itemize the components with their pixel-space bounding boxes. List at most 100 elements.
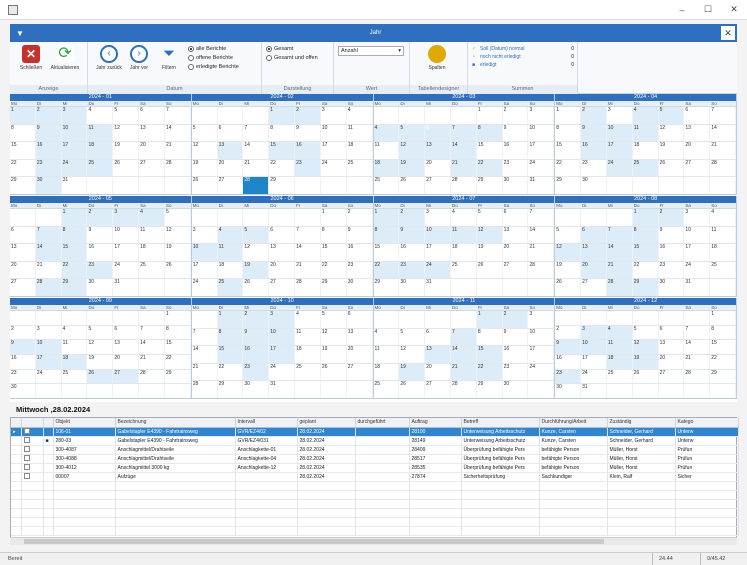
day-cell[interactable]: 1 — [10, 107, 36, 124]
day-cell[interactable]: 11 — [295, 328, 321, 346]
day-cell[interactable]: 27 — [113, 369, 140, 384]
day-cell[interactable]: 18 — [295, 346, 321, 363]
day-cell[interactable]: 28 — [451, 381, 477, 398]
day-cell[interactable]: 17 — [581, 354, 607, 369]
day-cell[interactable]: 21 — [606, 261, 633, 279]
day-cell[interactable]: 21 — [192, 363, 218, 381]
day-cell[interactable]: 5 — [399, 328, 426, 346]
day-cell[interactable]: 5 — [399, 124, 426, 142]
day-cell[interactable]: 23 — [503, 363, 529, 381]
day-cell[interactable]: 10 — [606, 124, 633, 142]
day-cell[interactable]: 29 — [218, 381, 244, 398]
day-cell[interactable]: 6 — [218, 124, 244, 142]
day-cell[interactable]: 16 — [399, 244, 426, 261]
day-cell[interactable]: 28 — [243, 177, 270, 194]
day-cell[interactable]: 14 — [528, 226, 555, 244]
day-cell[interactable]: 22 — [61, 261, 88, 279]
day-cell[interactable]: 20 — [425, 363, 451, 381]
day-cell[interactable]: 18 — [451, 244, 477, 261]
day-cell[interactable]: 12 — [632, 340, 659, 354]
row-checkbox[interactable] — [23, 473, 30, 480]
day-cell[interactable]: 21 — [710, 142, 737, 159]
row-checkbox-cell[interactable] — [21, 463, 44, 473]
day-cell[interactable]: 20 — [10, 261, 36, 279]
day-cell[interactable]: 25 — [217, 279, 244, 296]
day-cell[interactable]: 23 — [659, 261, 685, 279]
day-cell[interactable]: 1 — [477, 107, 503, 124]
day-cell[interactable]: 18 — [87, 142, 114, 159]
day-cell[interactable]: 2 — [555, 325, 582, 340]
day-cell[interactable]: 15 — [269, 142, 296, 159]
day-cell[interactable]: 27 — [218, 177, 244, 194]
day-cell[interactable]: 23 — [35, 159, 62, 177]
day-cell[interactable]: 7 — [192, 328, 218, 346]
day-cell[interactable]: 9 — [503, 328, 529, 346]
year-forward-button[interactable]: › Jahr vor — [124, 45, 154, 71]
day-cell[interactable]: 6 — [425, 328, 451, 346]
day-cell[interactable]: 27 — [684, 159, 711, 177]
day-cell[interactable]: 3 — [528, 311, 555, 328]
day-cell[interactable]: 15 — [165, 340, 191, 354]
day-cell[interactable]: 3 — [269, 311, 296, 328]
day-cell[interactable]: 21 — [243, 159, 270, 177]
day-cell[interactable]: 10 — [321, 124, 347, 142]
day-cell[interactable]: 5 — [243, 226, 270, 244]
day-cell[interactable]: 5 — [477, 209, 503, 226]
day-cell[interactable]: 9 — [243, 328, 270, 346]
day-cell[interactable]: 20 — [425, 159, 451, 177]
day-cell[interactable]: 29 — [269, 177, 296, 194]
day-cell[interactable]: 6 — [581, 226, 607, 244]
day-cell[interactable]: 16 — [503, 346, 529, 363]
day-cell[interactable]: 24 — [581, 369, 607, 384]
row-checkbox[interactable] — [23, 464, 30, 471]
day-cell[interactable]: 24 — [36, 369, 62, 384]
day-cell[interactable]: 27 — [581, 279, 607, 296]
horizontal-scrollbar[interactable] — [10, 537, 737, 545]
column-header[interactable] — [21, 418, 44, 428]
day-cell[interactable]: 14 — [35, 244, 62, 261]
day-cell[interactable]: 3 — [425, 209, 451, 226]
day-cell[interactable]: 17 — [192, 261, 218, 279]
column-header[interactable]: Bezeichnung — [115, 418, 236, 428]
day-cell[interactable]: 12 — [659, 124, 685, 142]
appointment-grid[interactable]: Objekt Bezeichnung Intervall geplant durchge… — [10, 417, 739, 545]
row-checkbox-cell[interactable] — [21, 454, 44, 464]
day-cell[interactable]: 17 — [269, 346, 296, 363]
day-cell[interactable]: 15 — [10, 142, 36, 159]
day-cell[interactable]: 14 — [243, 142, 270, 159]
day-cell[interactable]: 21 — [450, 159, 477, 177]
day-cell[interactable]: 7 — [165, 107, 191, 124]
day-cell[interactable]: 16 — [659, 244, 685, 261]
day-cell[interactable]: 12 — [399, 142, 426, 159]
column-header[interactable]: Katego — [675, 418, 739, 428]
day-cell[interactable]: 1 — [632, 209, 659, 226]
day-cell[interactable]: 17 — [61, 142, 88, 159]
day-cell[interactable]: 7 — [295, 226, 321, 244]
day-cell[interactable]: 6 — [425, 124, 451, 142]
day-cell[interactable]: 16 — [10, 354, 36, 369]
column-header[interactable]: durchgeführt — [355, 418, 410, 428]
day-cell[interactable]: 26 — [399, 381, 426, 398]
day-cell[interactable]: 27 — [425, 381, 451, 398]
day-cell[interactable]: 7 — [684, 325, 711, 340]
day-cell[interactable]: 7 — [243, 124, 270, 142]
day-cell[interactable]: 9 — [347, 226, 373, 244]
day-cell[interactable]: 23 — [503, 159, 529, 177]
day-cell[interactable]: 12 — [165, 226, 191, 244]
day-cell[interactable]: 11 — [217, 244, 244, 261]
day-cell[interactable]: 22 — [165, 354, 191, 369]
table-row[interactable]: 300-4088 Anschlagmittel/Drahtseile Anschla… — [11, 454, 739, 464]
day-cell[interactable]: 28 — [139, 369, 165, 384]
day-cell[interactable]: 20 — [503, 244, 529, 261]
row-checkbox-cell[interactable] — [21, 472, 44, 482]
day-cell[interactable]: 6 — [659, 325, 685, 340]
day-cell[interactable]: 15 — [217, 346, 244, 363]
day-cell[interactable]: 1 — [165, 311, 191, 325]
day-cell[interactable]: 17 — [35, 354, 62, 369]
day-cell[interactable]: 20 — [269, 261, 296, 279]
day-cell[interactable]: 6 — [139, 107, 165, 124]
day-cell[interactable]: 25 — [374, 381, 400, 398]
day-cell[interactable]: 4 — [139, 209, 165, 226]
day-cell[interactable]: 4 — [347, 107, 373, 124]
day-cell[interactable]: 24 — [606, 159, 633, 177]
